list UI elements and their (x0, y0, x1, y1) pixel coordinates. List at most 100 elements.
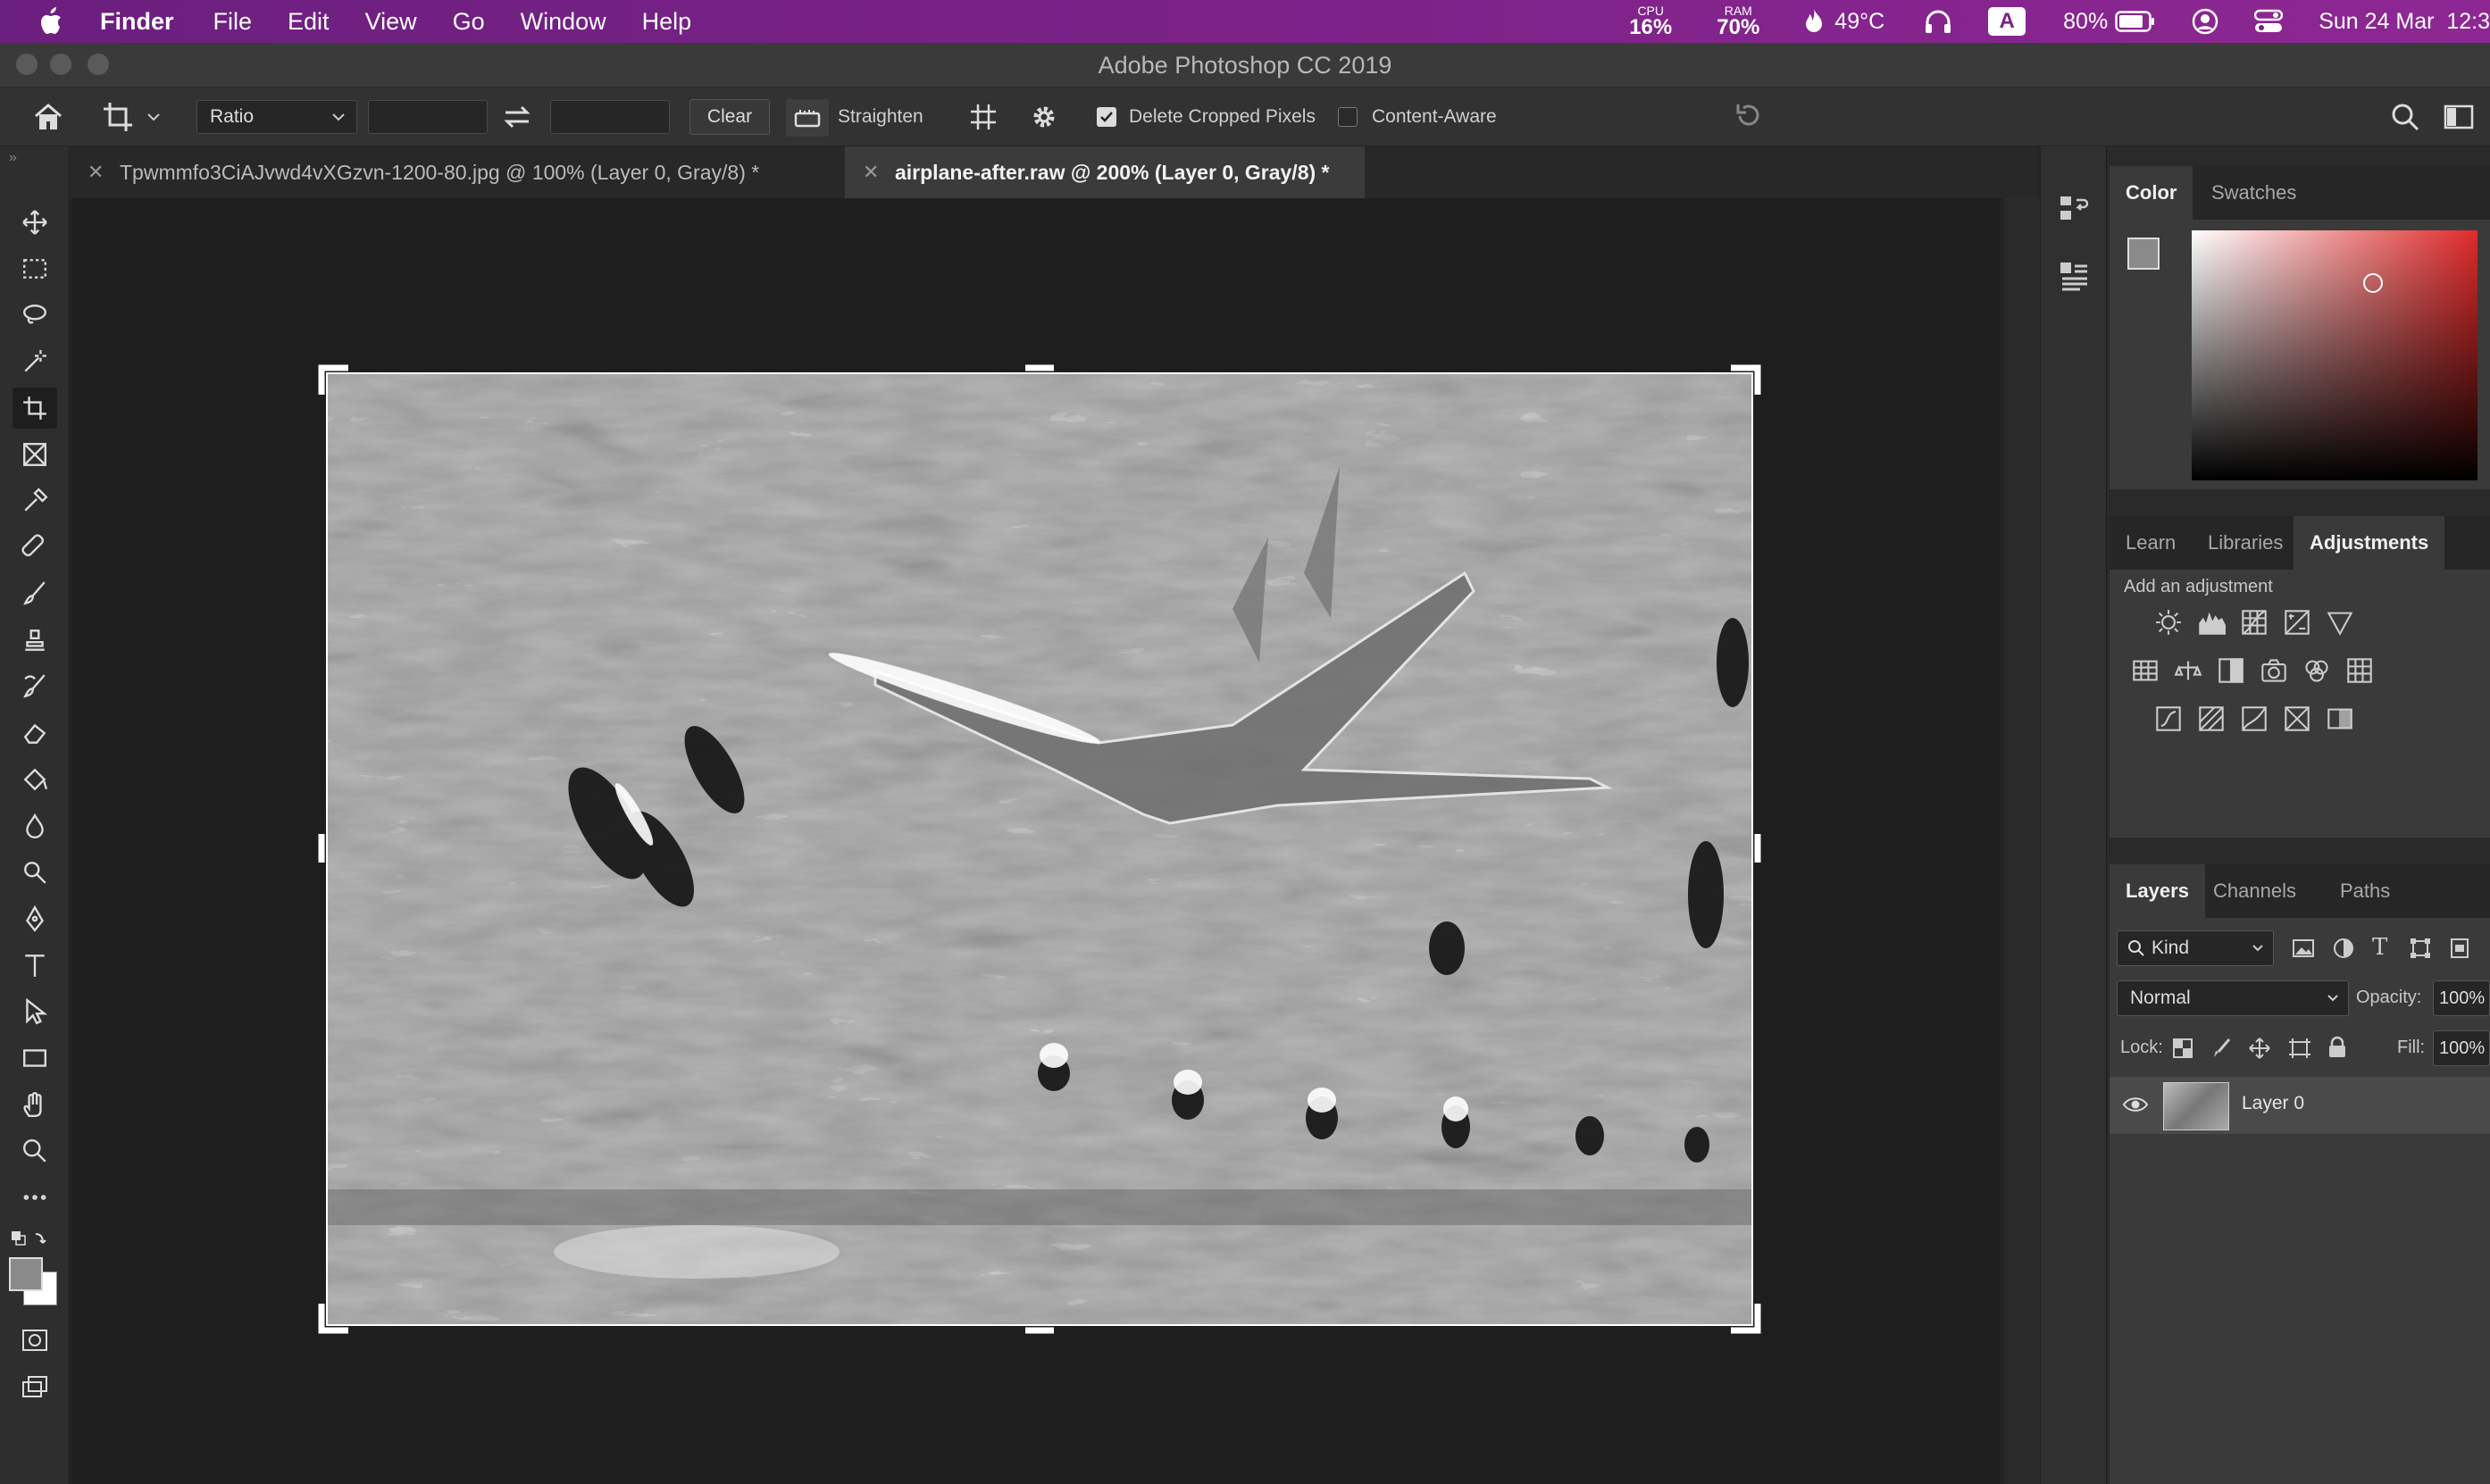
history-panel-icon[interactable] (2059, 191, 2089, 227)
filter-type-layers-icon[interactable]: T (2372, 934, 2387, 961)
marquee-tool-button[interactable] (13, 248, 57, 289)
window-zoom-button[interactable] (88, 54, 109, 75)
reset-crop-icon[interactable] (1733, 100, 1765, 130)
delete-cropped-checkbox[interactable] (1097, 107, 1116, 127)
user-account-icon[interactable] (2192, 8, 2218, 35)
crop-tool-button[interactable] (13, 388, 57, 429)
channel-mixer-icon[interactable] (2302, 657, 2331, 684)
tab-swatches[interactable]: Swatches (2195, 166, 2312, 220)
vertical-scrollbar[interactable] (2002, 198, 2040, 1484)
document-tab-1[interactable]: ✕ Tpwmmfo3CiAJvwd4vXGzvn-1200-80.jpg @ 1… (70, 146, 845, 198)
workspace-icon[interactable] (2444, 104, 2474, 130)
gradient-map-icon[interactable] (2326, 705, 2354, 732)
properties-panel-icon[interactable] (2059, 259, 2089, 295)
clock[interactable]: Sun 24 Mar 12:3 (2319, 9, 2490, 35)
default-colors-icon[interactable] (11, 1230, 46, 1248)
menu-file[interactable]: File (213, 8, 253, 36)
color-picker-field[interactable] (2192, 230, 2477, 480)
fill-input[interactable]: 100% (2433, 1030, 2490, 1066)
color-picker-cursor[interactable] (2363, 273, 2383, 293)
curves-icon[interactable] (2240, 609, 2269, 636)
screen-mode-button[interactable] (13, 1366, 57, 1407)
menu-app-name[interactable]: Finder (100, 8, 174, 36)
lock-image-pixels-icon[interactable] (2211, 1038, 2233, 1059)
lock-position-icon[interactable] (2249, 1038, 2270, 1059)
tab-learn[interactable]: Learn (2110, 516, 2192, 570)
crop-width-input[interactable] (368, 100, 488, 134)
zoom-tool-button[interactable] (13, 1130, 57, 1171)
straighten-icon[interactable] (786, 99, 829, 137)
headphones-icon[interactable] (1924, 8, 1952, 35)
tab-adjustments[interactable]: Adjustments (2294, 516, 2445, 570)
history-brush-tool-button[interactable] (13, 666, 57, 707)
more-tools-button[interactable] (13, 1177, 57, 1218)
menu-window[interactable]: Window (521, 8, 606, 36)
control-center-icon[interactable] (2254, 9, 2284, 34)
eyedropper-tool-button[interactable] (13, 480, 57, 521)
move-tool-button[interactable] (13, 202, 57, 243)
photo-filter-icon[interactable] (2260, 657, 2288, 684)
document-tab-2[interactable]: ✕ airplane-after.raw @ 200% (Layer 0, Gr… (845, 146, 1365, 198)
search-icon[interactable] (2390, 102, 2420, 132)
eye-visibility-icon[interactable] (2122, 1095, 2149, 1114)
content-aware-checkbox[interactable] (1338, 107, 1358, 127)
cpu-monitor[interactable]: CPU 16% (1629, 4, 1672, 38)
menu-view[interactable]: View (365, 8, 417, 36)
black-white-icon[interactable] (2217, 657, 2245, 684)
temperature-status[interactable]: 49°C (1804, 8, 1884, 35)
opacity-input[interactable]: 100% (2433, 980, 2490, 1016)
color-lookup-icon[interactable] (2345, 657, 2374, 684)
collapse-toolbar-icon[interactable]: » (9, 150, 17, 166)
hand-tool-button[interactable] (13, 1084, 57, 1125)
ram-monitor[interactable]: RAM 70% (1717, 4, 1759, 38)
layer-row[interactable]: Layer 0 (2110, 1077, 2490, 1134)
menu-help[interactable]: Help (642, 8, 692, 36)
input-source-badge[interactable]: A (1988, 7, 2026, 36)
tab-paths[interactable]: Paths (2324, 864, 2406, 918)
filter-pixel-layers-icon[interactable] (2292, 938, 2315, 959)
settings-gear-icon[interactable] (1029, 102, 1059, 132)
eraser-tool-button[interactable] (13, 713, 57, 754)
home-icon[interactable] (32, 102, 64, 132)
close-tab-icon[interactable]: ✕ (88, 146, 104, 198)
levels-icon[interactable] (2197, 609, 2226, 636)
filter-adjustment-layers-icon[interactable] (2333, 938, 2354, 959)
type-tool-button[interactable] (13, 945, 57, 986)
crop-ratio-select[interactable]: Ratio (196, 100, 357, 134)
window-minimize-button[interactable] (50, 54, 71, 75)
layer-filter-select[interactable]: Kind (2117, 930, 2274, 966)
filter-smart-objects-icon[interactable] (2449, 938, 2470, 959)
lasso-tool-button[interactable] (13, 295, 57, 336)
clear-button[interactable]: Clear (689, 99, 770, 135)
straighten-label[interactable]: Straighten (838, 88, 923, 146)
color-balance-icon[interactable] (2174, 657, 2202, 684)
menu-go[interactable]: Go (453, 8, 485, 36)
crop-height-input[interactable] (550, 100, 670, 134)
menu-edit[interactable]: Edit (288, 8, 330, 36)
battery-icon[interactable] (2115, 10, 2156, 33)
swap-dimensions-icon[interactable] (502, 104, 532, 130)
lock-transparent-pixels-icon[interactable] (2172, 1038, 2193, 1059)
document-canvas[interactable] (71, 198, 2001, 1484)
exposure-icon[interactable] (2283, 609, 2311, 636)
clone-stamp-tool-button[interactable] (13, 620, 57, 661)
blur-tool-button[interactable] (13, 805, 57, 846)
hue-saturation-icon[interactable] (2131, 657, 2160, 684)
selective-color-icon[interactable] (2283, 705, 2311, 732)
rectangle-tool-button[interactable] (13, 1038, 57, 1079)
paint-bucket-tool-button[interactable] (13, 759, 57, 800)
filter-shape-layers-icon[interactable] (2410, 938, 2431, 959)
close-tab-icon[interactable]: ✕ (863, 146, 879, 198)
threshold-icon[interactable] (2240, 705, 2269, 732)
apple-icon[interactable] (34, 4, 70, 39)
vibrance-icon[interactable] (2326, 609, 2354, 636)
magic-wand-tool-button[interactable] (13, 341, 57, 382)
tab-layers[interactable]: Layers (2110, 864, 2205, 918)
brush-tool-button[interactable] (13, 573, 57, 614)
tab-channels[interactable]: Channels (2197, 864, 2312, 918)
foreground-color-swatch[interactable] (2127, 238, 2160, 270)
crop-preset-picker[interactable] (102, 100, 171, 134)
lock-all-icon[interactable] (2327, 1036, 2347, 1059)
lock-artboard-icon[interactable] (2288, 1038, 2311, 1059)
healing-brush-tool-button[interactable] (13, 527, 57, 568)
